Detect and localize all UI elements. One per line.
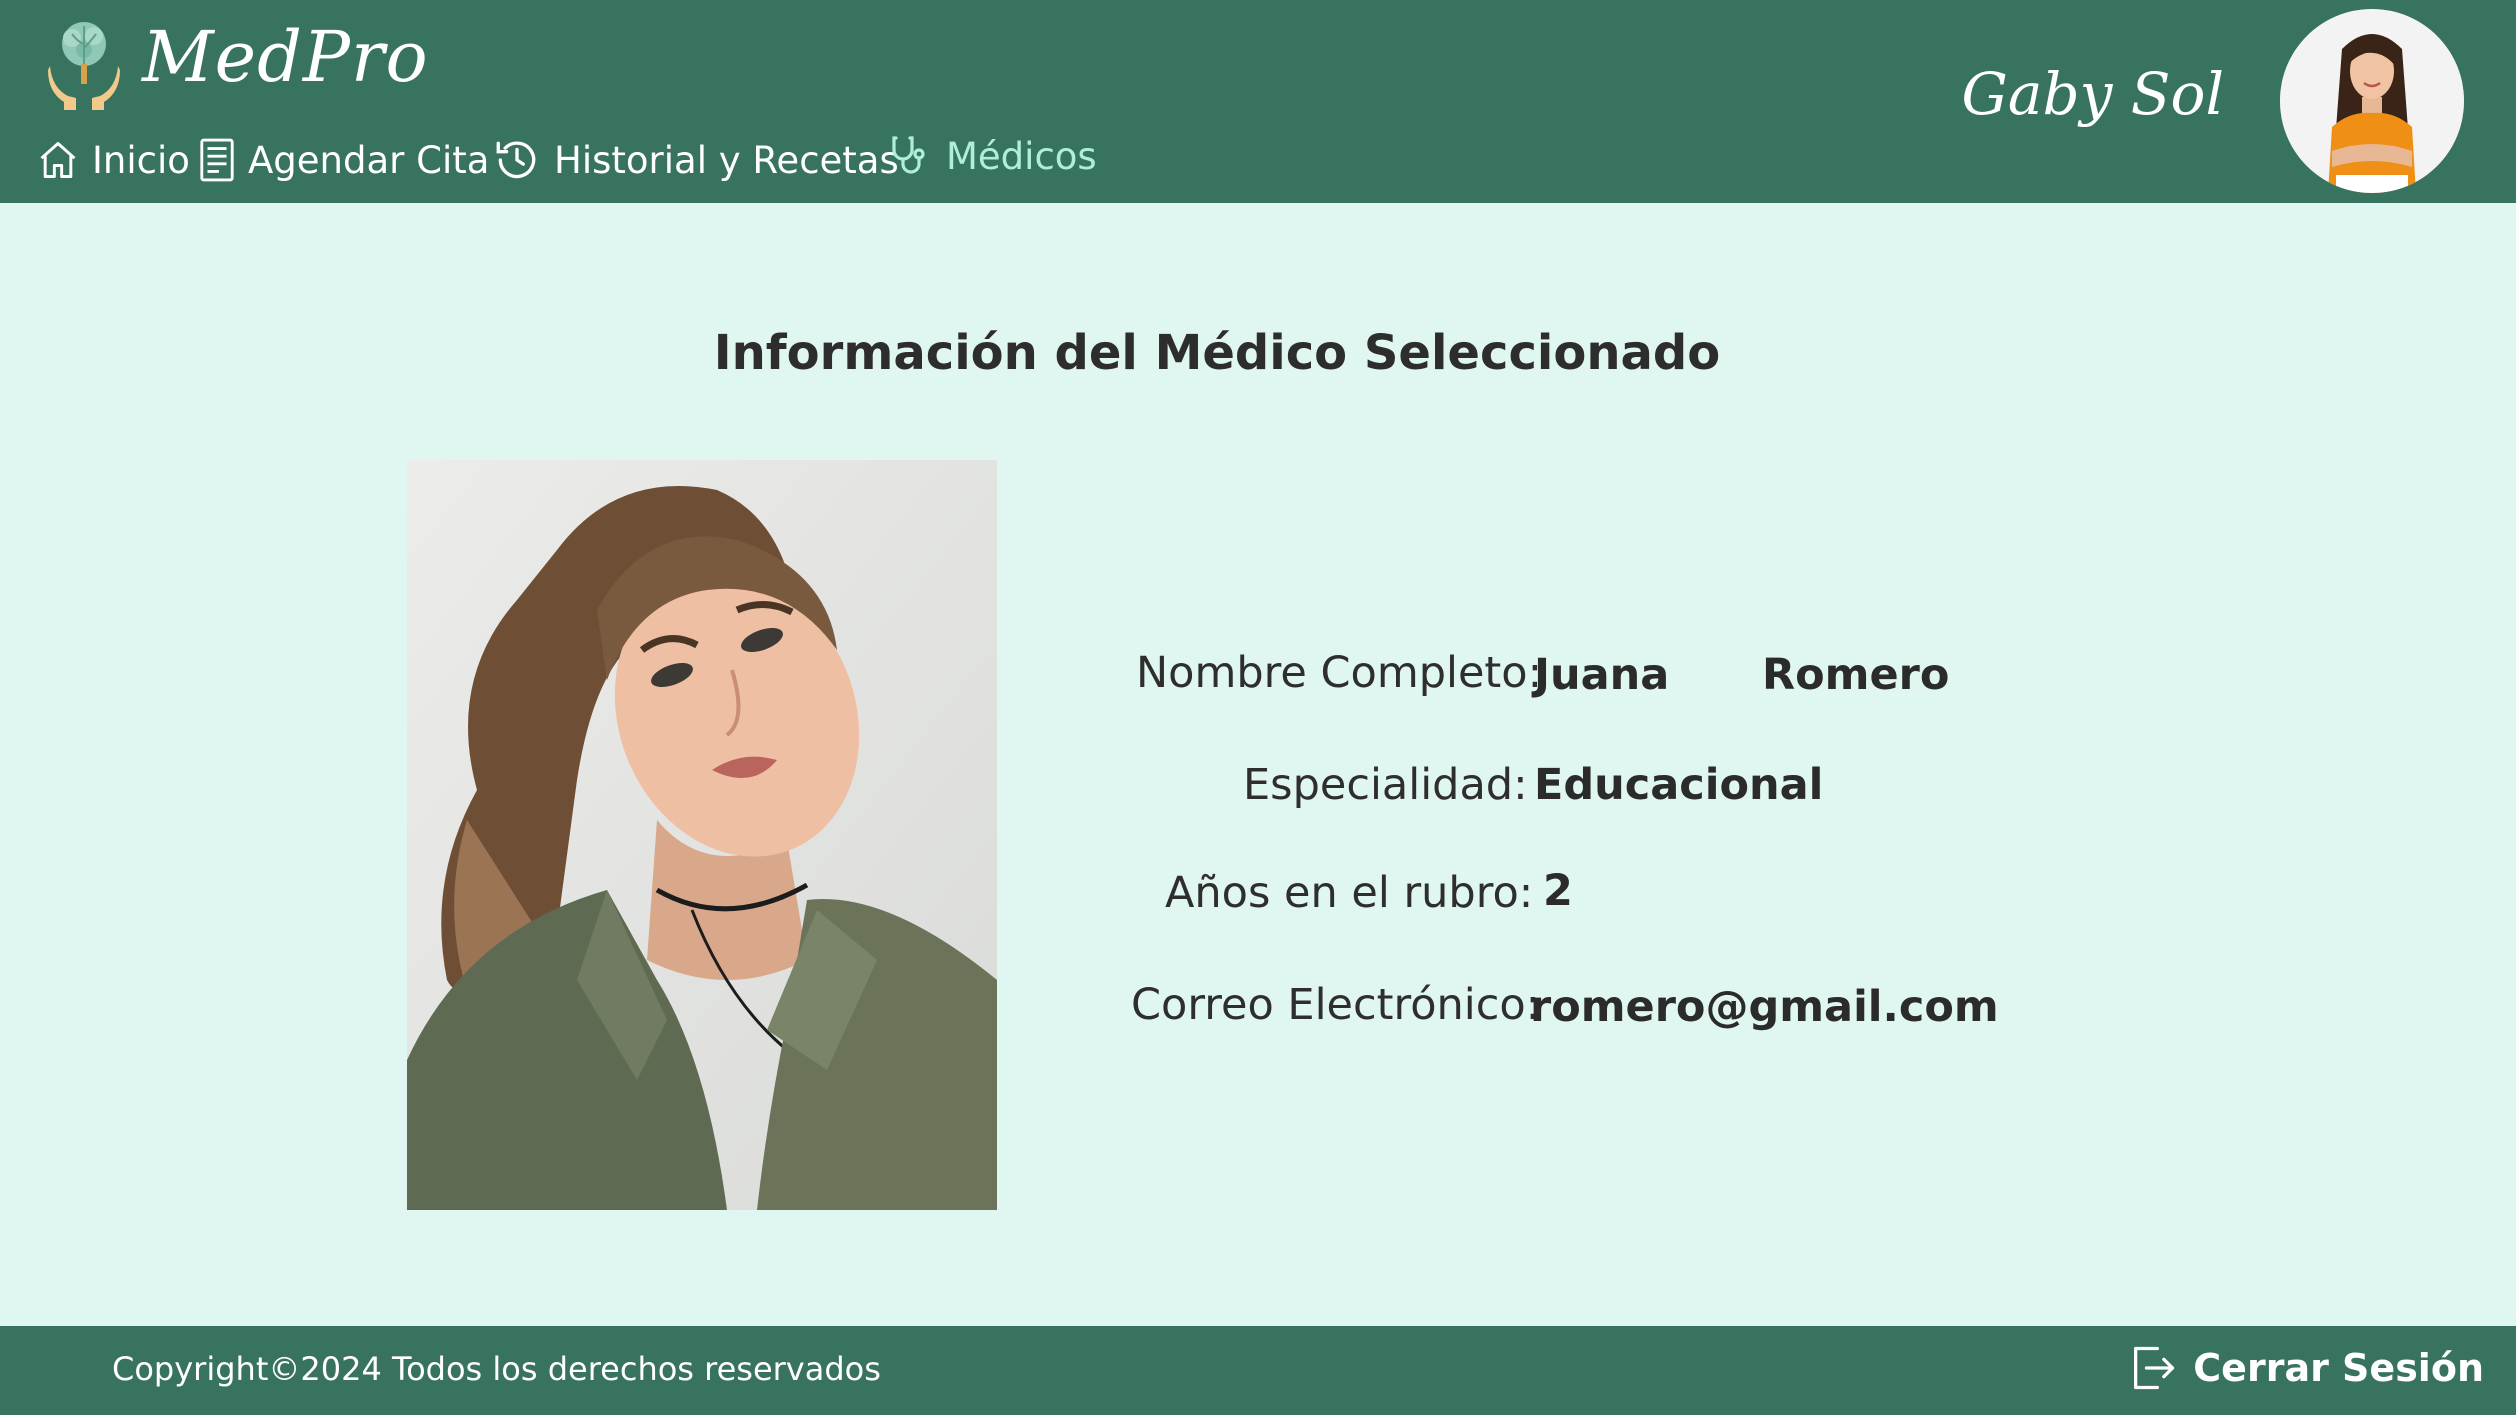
- footer: Copyright©2024 Todos los derechos reserv…: [0, 1326, 2516, 1415]
- stethoscope-icon: [892, 136, 925, 174]
- doctor-years: 2: [1543, 866, 1573, 916]
- specialty-label: Especialidad:: [1243, 760, 1528, 810]
- logout-icon: [2134, 1346, 2175, 1390]
- nav-label-inicio: Inicio: [92, 138, 190, 182]
- user-avatar[interactable]: [2280, 9, 2464, 193]
- document-icon: [200, 138, 234, 182]
- doctor-email: romero@gmail.com: [1530, 982, 1999, 1032]
- years-label: Años en el rubro:: [1165, 868, 1534, 918]
- avatar-image: [2280, 9, 2464, 193]
- nav-label-agendar-cita: Agendar Cita: [248, 138, 490, 182]
- page-title: Información del Médico Seleccionado: [713, 325, 1721, 381]
- email-label: Correo Electrónico:: [1131, 980, 1541, 1030]
- doctor-portrait-image: [407, 460, 997, 1210]
- nav-label-medicos: Médicos: [946, 134, 1097, 178]
- home-icon: [40, 142, 76, 178]
- brand-name: MedPro: [142, 16, 429, 98]
- nav-item-inicio[interactable]: Inicio: [36, 132, 190, 188]
- top-navbar: MedPro Inicio Agendar Cita Historial y R…: [0, 0, 2516, 203]
- doctor-specialty: Educacional: [1534, 760, 1824, 810]
- full-name-label: Nombre Completo:: [1136, 648, 1543, 698]
- nav-item-historial[interactable]: Historial y Recetas: [492, 132, 899, 188]
- doctor-last-name: Romero: [1762, 650, 1950, 700]
- history-icon: [496, 141, 536, 179]
- doctor-photo: [407, 460, 997, 1210]
- logout-button[interactable]: Cerrar Sesión: [2127, 1342, 2484, 1394]
- doctor-first-name: Juana: [1534, 650, 1670, 700]
- copyright-text: Copyright©2024 Todos los derechos reserv…: [112, 1350, 881, 1388]
- brain-hands-logo-icon: [48, 22, 120, 110]
- nav-item-medicos[interactable]: Médicos: [886, 128, 1097, 184]
- user-name: Gaby Sol: [1961, 60, 2224, 128]
- nav-label-historial: Historial y Recetas: [554, 138, 899, 182]
- logout-label: Cerrar Sesión: [2193, 1346, 2484, 1390]
- nav-item-agendar-cita[interactable]: Agendar Cita: [198, 132, 489, 188]
